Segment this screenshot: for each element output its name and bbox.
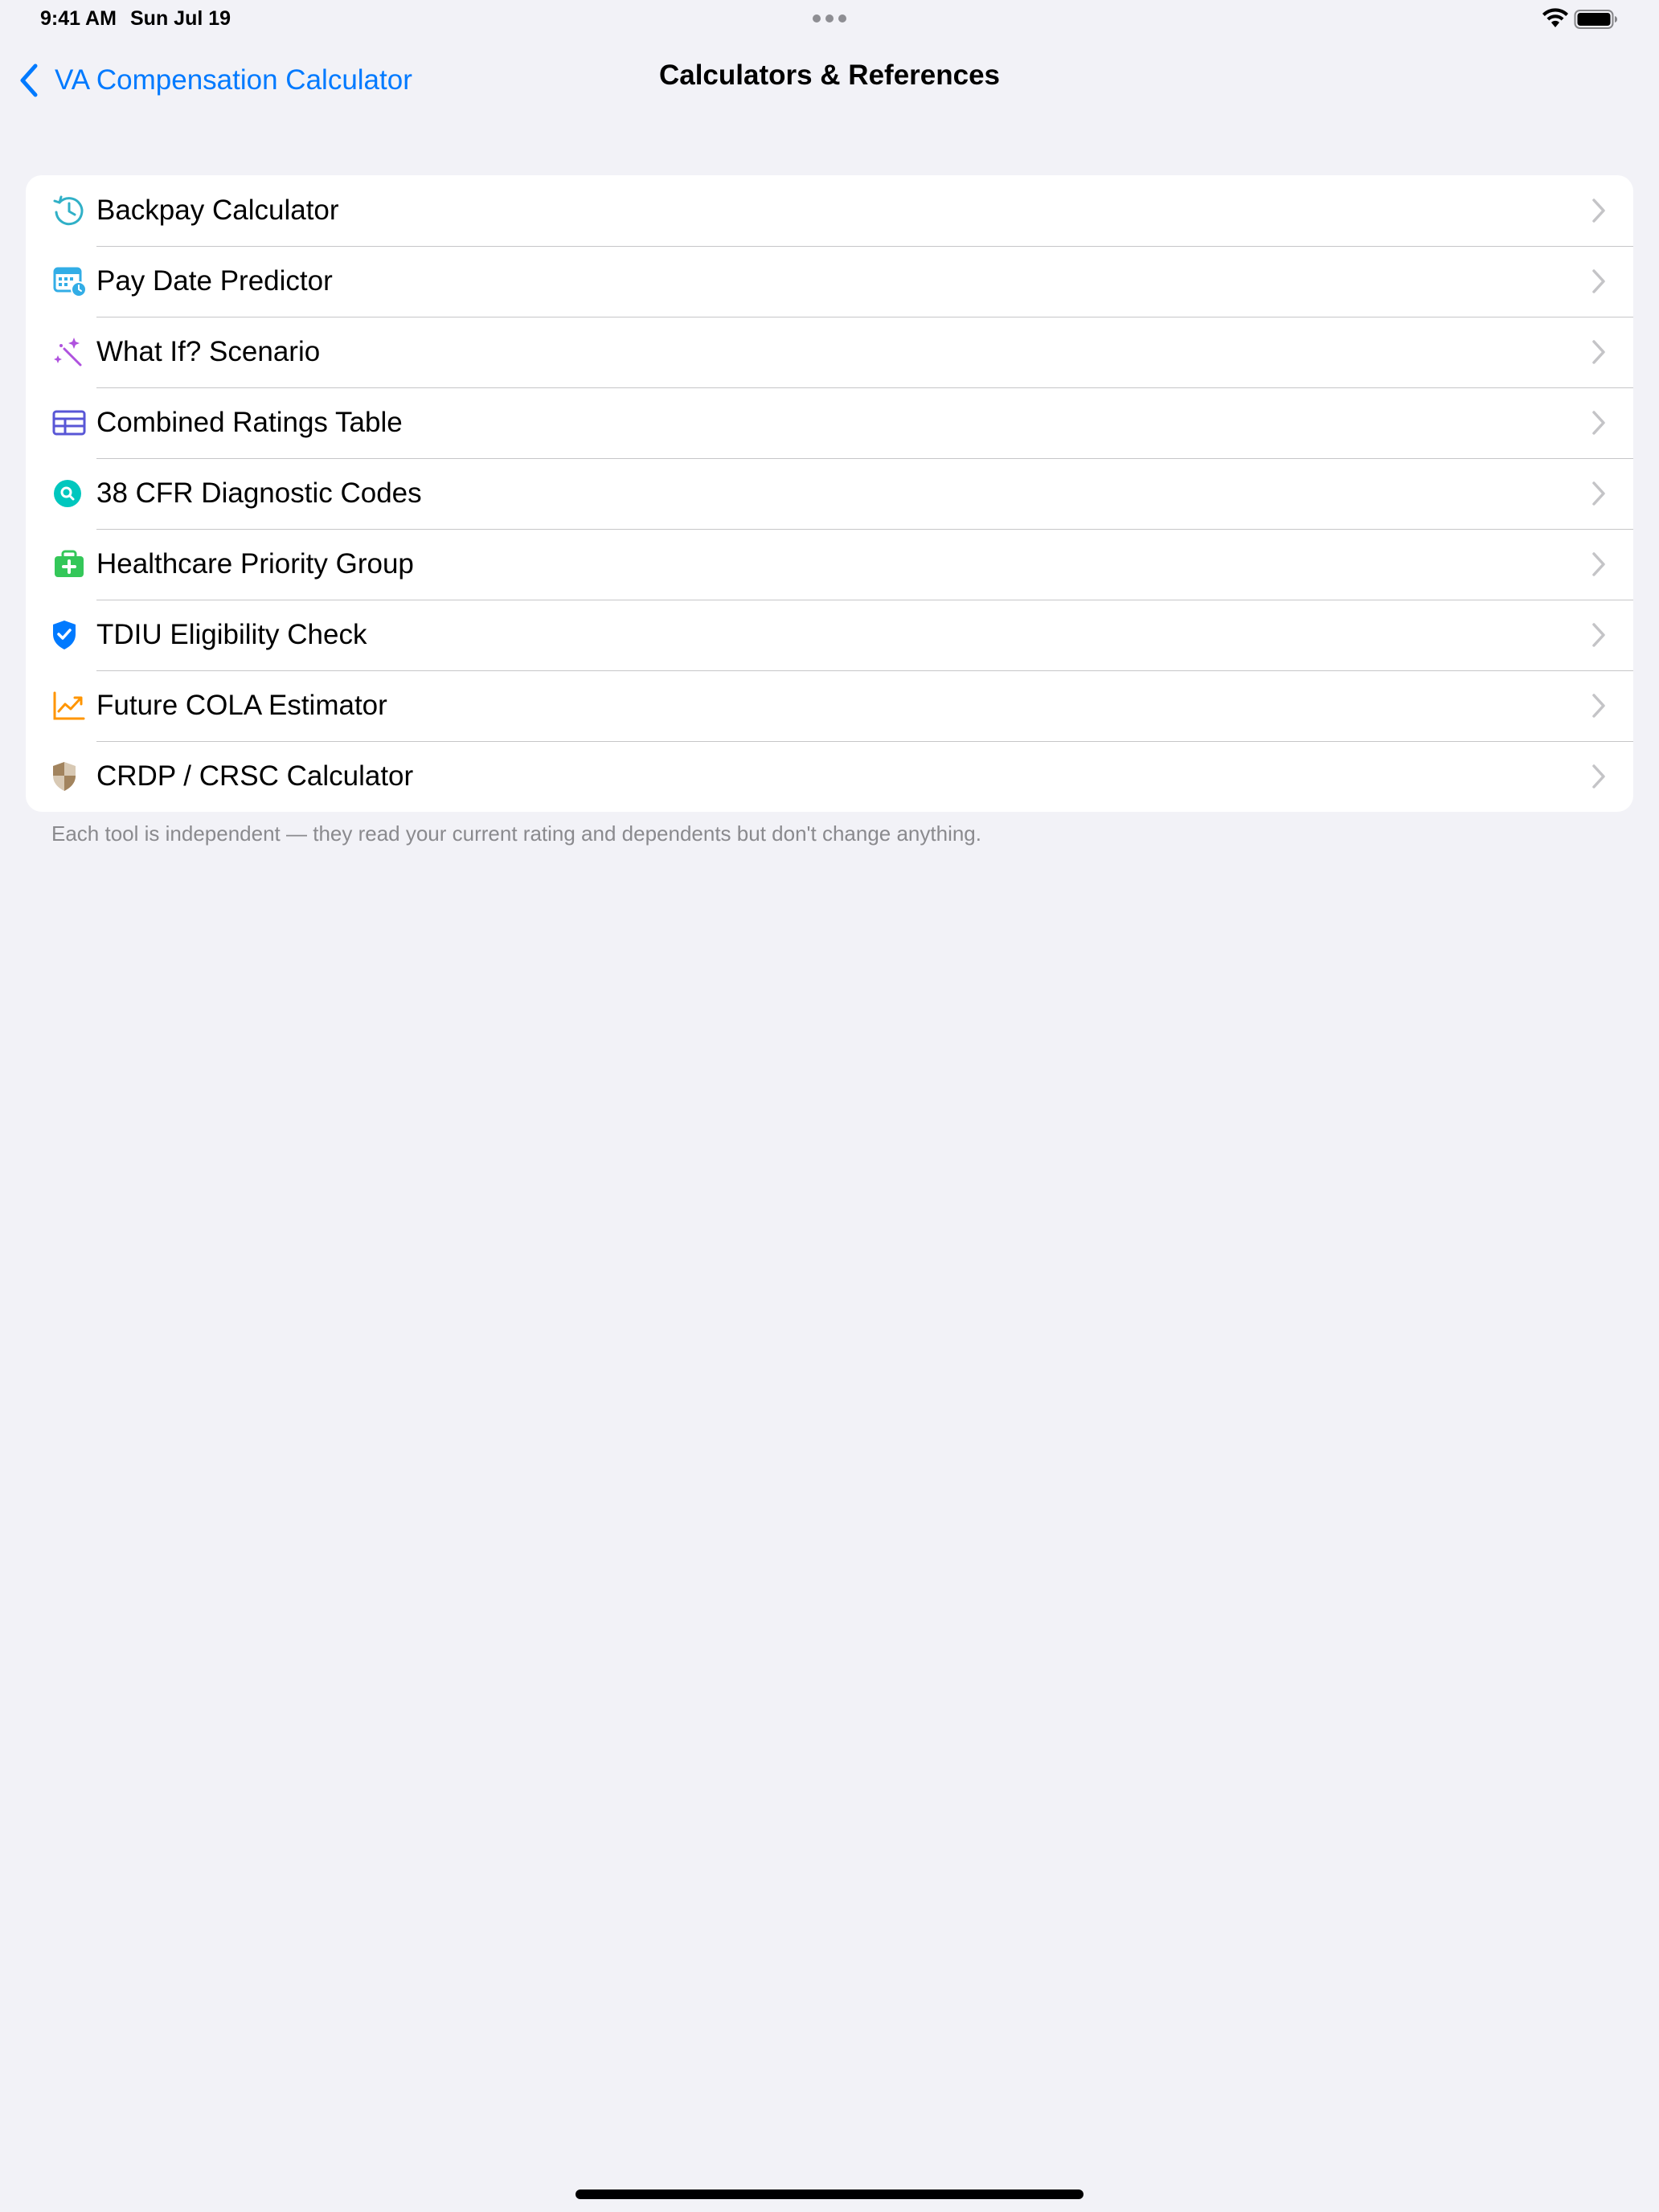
section-footer-note: Each tool is independent — they read you…: [51, 821, 981, 846]
trend-chart-icon: [53, 691, 85, 720]
list-item-pay-date-predictor[interactable]: Pay Date Predictor: [26, 246, 1633, 317]
half-shield-icon: [53, 762, 76, 791]
chevron-right-icon: [1592, 694, 1605, 718]
chevron-right-icon: [1592, 764, 1605, 789]
home-indicator[interactable]: [576, 2189, 1083, 2199]
chevron-right-icon: [1592, 340, 1605, 364]
magnifier-circle-icon: [54, 480, 81, 507]
list-item-label: TDIU Eligibility Check: [96, 619, 367, 650]
list-item-label: Healthcare Priority Group: [96, 548, 414, 580]
list-item-label: Backpay Calculator: [96, 195, 339, 226]
list-item-38-cfr-diagnostic-codes[interactable]: 38 CFR Diagnostic Codes: [26, 458, 1633, 529]
tools-list: Backpay Calculator Pay Date Predictor Wh…: [26, 175, 1633, 812]
status-date: Sun Jul 19: [130, 7, 231, 30]
list-item-backpay-calculator[interactable]: Backpay Calculator: [26, 175, 1633, 246]
status-time: 9:41 AM: [40, 7, 117, 30]
list-item-combined-ratings-table[interactable]: Combined Ratings Table: [26, 387, 1633, 458]
list-item-what-if-scenario[interactable]: What If? Scenario: [26, 317, 1633, 387]
list-item-label: CRDP / CRSC Calculator: [96, 760, 414, 792]
medical-bag-icon: [55, 550, 84, 577]
list-item-label: Pay Date Predictor: [96, 265, 333, 297]
list-item-crdp-crsc-calculator[interactable]: CRDP / CRSC Calculator: [26, 741, 1633, 812]
status-bar: 9:41 AM Sun Jul 19: [0, 0, 1659, 39]
battery-icon: [1574, 10, 1617, 29]
list-item-tdiu-eligibility-check[interactable]: TDIU Eligibility Check: [26, 600, 1633, 670]
list-item-future-cola-estimator[interactable]: Future COLA Estimator: [26, 670, 1633, 741]
magic-wand-icon: [54, 338, 82, 367]
chevron-right-icon: [1592, 269, 1605, 293]
list-item-label: 38 CFR Diagnostic Codes: [96, 477, 422, 509]
list-item-healthcare-priority-group[interactable]: Healthcare Priority Group: [26, 529, 1633, 600]
calendar-clock-icon: [53, 267, 87, 297]
table-icon: [52, 410, 86, 436]
wifi-icon: [1542, 8, 1568, 27]
navigation-bar: VA Compensation Calculator Calculators &…: [0, 48, 1659, 113]
list-item-label: Combined Ratings Table: [96, 407, 403, 438]
multitask-dots-icon[interactable]: [812, 14, 847, 23]
chevron-right-icon: [1592, 411, 1605, 435]
list-item-label: What If? Scenario: [96, 336, 321, 367]
checkmark-shield-icon: [53, 621, 76, 649]
clock-history-icon: [53, 195, 84, 226]
chevron-right-icon: [1592, 481, 1605, 506]
chevron-right-icon: [1592, 623, 1605, 647]
list-item-label: Future COLA Estimator: [96, 690, 387, 721]
page-title: Calculators & References: [658, 59, 1001, 91]
chevron-right-icon: [1592, 199, 1605, 223]
chevron-right-icon: [1592, 552, 1605, 576]
